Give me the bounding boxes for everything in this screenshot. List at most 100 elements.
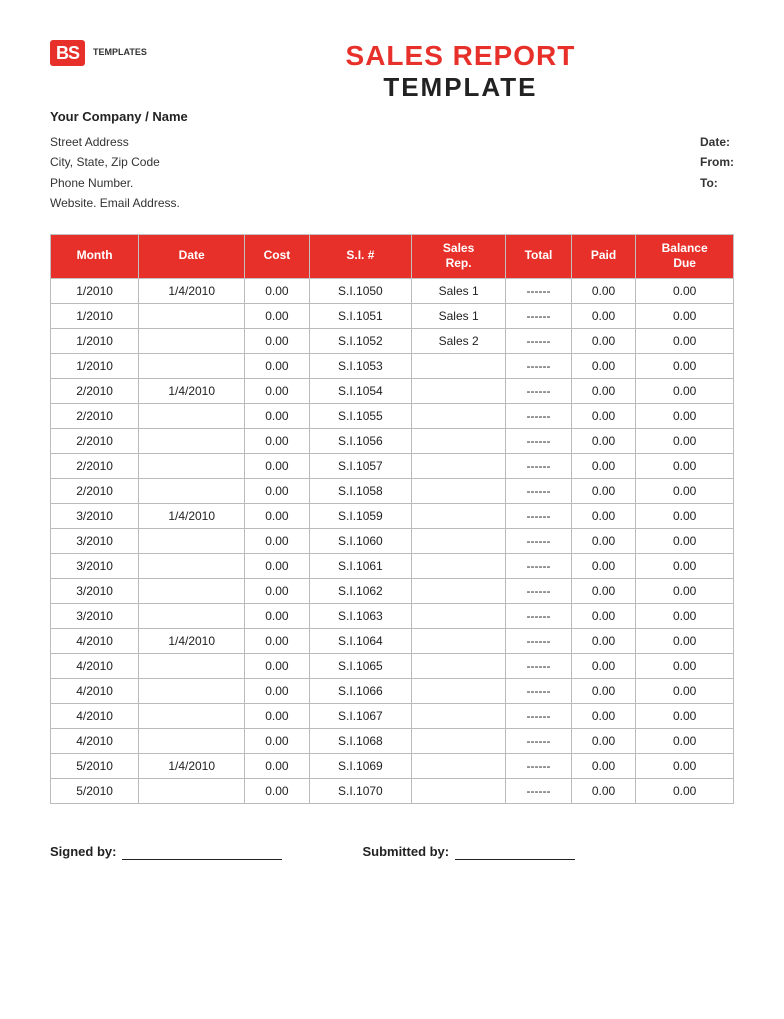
table-cell xyxy=(412,653,506,678)
table-cell: 0.00 xyxy=(636,328,734,353)
table-cell: ------ xyxy=(506,653,572,678)
table-cell: 1/4/2010 xyxy=(139,753,245,778)
table-row: 2/20100.00S.I.1058------0.000.00 xyxy=(51,478,734,503)
table-cell: S.I.1070 xyxy=(309,778,411,803)
table-cell: S.I.1058 xyxy=(309,478,411,503)
footer-signatures: Signed by: Submitted by: xyxy=(50,844,734,860)
table-cell xyxy=(139,528,245,553)
table-cell: 0.00 xyxy=(245,728,310,753)
table-cell: 0.00 xyxy=(245,328,310,353)
table-cell: S.I.1066 xyxy=(309,678,411,703)
table-cell xyxy=(412,778,506,803)
company-name: Your Company / Name xyxy=(50,109,734,124)
table-row: 4/20100.00S.I.1067------0.000.00 xyxy=(51,703,734,728)
table-cell: 0.00 xyxy=(571,353,636,378)
table-cell: 0.00 xyxy=(245,678,310,703)
table-cell: 1/4/2010 xyxy=(139,278,245,303)
table-cell xyxy=(139,578,245,603)
table-row: 4/20101/4/20100.00S.I.1064------0.000.00 xyxy=(51,628,734,653)
table-cell: 0.00 xyxy=(636,428,734,453)
table-cell: 4/2010 xyxy=(51,653,139,678)
table-cell: 3/2010 xyxy=(51,528,139,553)
table-cell xyxy=(139,778,245,803)
table-cell: 2/2010 xyxy=(51,378,139,403)
table-cell: 0.00 xyxy=(636,628,734,653)
table-row: 3/20101/4/20100.00S.I.1059------0.000.00 xyxy=(51,503,734,528)
table-cell: ------ xyxy=(506,353,572,378)
table-cell: 0.00 xyxy=(571,303,636,328)
table-cell xyxy=(139,678,245,703)
table-cell: ------ xyxy=(506,403,572,428)
table-cell: 0.00 xyxy=(245,478,310,503)
table-cell: 1/4/2010 xyxy=(139,378,245,403)
table-cell: ------ xyxy=(506,753,572,778)
table-cell: 0.00 xyxy=(245,578,310,603)
table-cell: 0.00 xyxy=(636,528,734,553)
submitted-by-line xyxy=(455,844,575,860)
table-cell: 1/2010 xyxy=(51,328,139,353)
city-state: City, State, Zip Code xyxy=(50,152,180,172)
table-row: 3/20100.00S.I.1062------0.000.00 xyxy=(51,578,734,603)
table-cell: 5/2010 xyxy=(51,778,139,803)
table-cell xyxy=(412,428,506,453)
table-cell: 3/2010 xyxy=(51,603,139,628)
date-block: Date: From: To: xyxy=(700,132,734,214)
table-cell: S.I.1068 xyxy=(309,728,411,753)
website: Website. Email Address. xyxy=(50,193,180,213)
table-cell: 0.00 xyxy=(636,403,734,428)
table-cell xyxy=(139,303,245,328)
signed-by-label: Signed by: xyxy=(50,844,116,859)
table-row: 5/20100.00S.I.1070------0.000.00 xyxy=(51,778,734,803)
table-cell: 0.00 xyxy=(636,778,734,803)
table-cell: ------ xyxy=(506,553,572,578)
table-cell: Sales 1 xyxy=(412,303,506,328)
table-cell: 0.00 xyxy=(245,403,310,428)
table-cell: ------ xyxy=(506,453,572,478)
table-cell: S.I.1055 xyxy=(309,403,411,428)
table-cell: 0.00 xyxy=(571,378,636,403)
table-cell xyxy=(139,728,245,753)
table-cell: 0.00 xyxy=(571,478,636,503)
table-cell: ------ xyxy=(506,728,572,753)
submitted-by-section: Submitted by: xyxy=(362,844,575,860)
table-cell xyxy=(139,653,245,678)
col-date: Date xyxy=(139,234,245,278)
col-paid: Paid xyxy=(571,234,636,278)
table-cell: ------ xyxy=(506,578,572,603)
table-cell: 0.00 xyxy=(245,378,310,403)
submitted-by-label: Submitted by: xyxy=(362,844,449,859)
col-cost: Cost xyxy=(245,234,310,278)
col-sales-rep: SalesRep. xyxy=(412,234,506,278)
table-cell: ------ xyxy=(506,678,572,703)
table-cell: 0.00 xyxy=(571,678,636,703)
table-cell: Sales 1 xyxy=(412,278,506,303)
table-row: 5/20101/4/20100.00S.I.1069------0.000.00 xyxy=(51,753,734,778)
table-cell xyxy=(139,478,245,503)
table-cell: 1/4/2010 xyxy=(139,628,245,653)
table-cell: 0.00 xyxy=(636,478,734,503)
table-cell xyxy=(139,603,245,628)
table-cell: ------ xyxy=(506,528,572,553)
table-row: 4/20100.00S.I.1066------0.000.00 xyxy=(51,678,734,703)
table-cell xyxy=(412,753,506,778)
table-cell: 0.00 xyxy=(636,503,734,528)
table-row: 3/20100.00S.I.1063------0.000.00 xyxy=(51,603,734,628)
table-cell: S.I.1061 xyxy=(309,553,411,578)
table-cell: ------ xyxy=(506,328,572,353)
table-cell: 0.00 xyxy=(245,553,310,578)
table-cell: 0.00 xyxy=(571,453,636,478)
table-cell: 1/2010 xyxy=(51,278,139,303)
table-cell: 3/2010 xyxy=(51,553,139,578)
table-cell: S.I.1064 xyxy=(309,628,411,653)
phone: Phone Number. xyxy=(50,173,180,193)
table-cell: 0.00 xyxy=(245,753,310,778)
table-cell: S.I.1050 xyxy=(309,278,411,303)
to-field: To: xyxy=(700,173,734,193)
table-cell: 0.00 xyxy=(571,603,636,628)
table-cell xyxy=(412,628,506,653)
table-cell: S.I.1052 xyxy=(309,328,411,353)
signed-by-line xyxy=(122,844,282,860)
table-cell xyxy=(139,403,245,428)
logo-area: BS TEMPLATES xyxy=(50,40,147,66)
table-cell: ------ xyxy=(506,478,572,503)
